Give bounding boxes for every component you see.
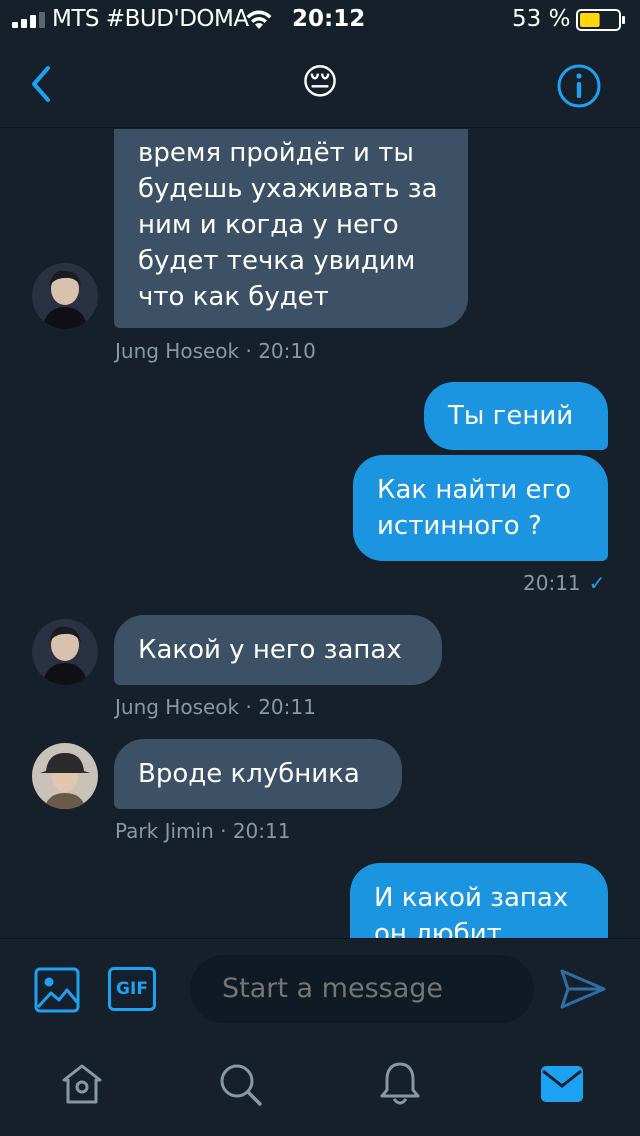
message-meta: Jung Hoseok · 20:11	[115, 695, 316, 719]
message-composer: GIF	[0, 938, 640, 1040]
avatar[interactable]	[32, 263, 98, 329]
avatar[interactable]	[32, 619, 98, 685]
home-icon[interactable]	[58, 1060, 106, 1108]
outgoing-message[interactable]: И какой запах он любит	[350, 863, 608, 938]
message-meta: Park Jimin · 20:11	[115, 819, 291, 843]
gif-button[interactable]: GIF	[108, 967, 156, 1011]
search-icon[interactable]	[216, 1060, 264, 1108]
battery-percent: 53 %	[512, 6, 571, 32]
tab-bar	[0, 1040, 640, 1136]
avatar[interactable]	[32, 743, 98, 809]
status-bar: MTS #BUD'DOMA 20:12 53 %	[0, 0, 640, 40]
conversation-title-emoji: 😔	[301, 62, 339, 103]
carrier-name: MTS #BUD'DOMA	[52, 6, 249, 32]
avatar-photo-icon	[32, 743, 98, 809]
outgoing-message[interactable]: Ты гений	[424, 382, 608, 450]
clock: 20:12	[292, 6, 366, 32]
message-list[interactable]: время пройдёт и ты будешь ухаживать за н…	[0, 129, 640, 938]
battery-icon	[576, 9, 625, 31]
wifi-icon	[246, 10, 272, 29]
incoming-message[interactable]: время пройдёт и ты будешь ухаживать за н…	[114, 129, 468, 328]
outgoing-message[interactable]: Как найти его истинного ?	[353, 455, 608, 561]
signal-icon	[12, 12, 45, 28]
image-icon[interactable]	[34, 967, 80, 1013]
mail-icon[interactable]	[538, 1060, 586, 1108]
send-icon[interactable]	[558, 967, 606, 1011]
check-icon: ✓	[588, 571, 606, 595]
info-circle-icon[interactable]	[556, 63, 602, 109]
message-meta: Jung Hoseok · 20:10	[115, 339, 316, 363]
message-input[interactable]	[190, 955, 534, 1023]
incoming-message[interactable]: Вроде клубника	[114, 739, 402, 809]
incoming-message[interactable]: Какой у него запах	[114, 615, 442, 685]
conversation-header: 😔	[0, 40, 640, 128]
message-time: 20:11	[523, 571, 581, 595]
avatar-photo-icon	[32, 263, 98, 329]
bell-icon[interactable]	[376, 1060, 424, 1108]
message-meta: 20:11 ✓	[523, 571, 605, 595]
avatar-photo-icon	[32, 619, 98, 685]
